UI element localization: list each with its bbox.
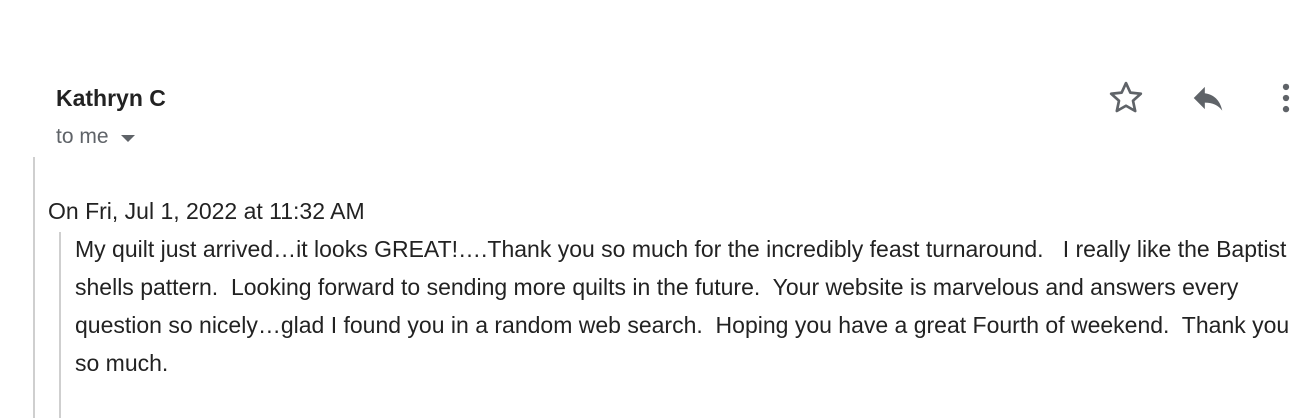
quote-attribution: On Fri, Jul 1, 2022 at 11:32 AM	[48, 198, 365, 224]
reply-icon	[1193, 86, 1223, 111]
star-outline-icon	[1109, 81, 1143, 113]
thread-border	[33, 157, 35, 418]
more-vertical-icon	[1282, 83, 1290, 113]
email-message: Kathryn C to me On Fri, Jul 1, 2022 at 1…	[0, 0, 1312, 418]
sender-name[interactable]: Kathryn C	[56, 84, 166, 112]
quoted-message-body: My quilt just arrived…it looks GREAT!….T…	[75, 236, 1296, 376]
more-options-button[interactable]	[1264, 76, 1308, 120]
caret-down-icon	[120, 134, 135, 142]
reply-button[interactable]	[1186, 76, 1230, 120]
quote-border	[59, 232, 61, 418]
star-button[interactable]	[1104, 76, 1148, 120]
recipient-label: to me	[56, 125, 109, 148]
recipient-details-toggle[interactable]: to me	[56, 124, 135, 150]
